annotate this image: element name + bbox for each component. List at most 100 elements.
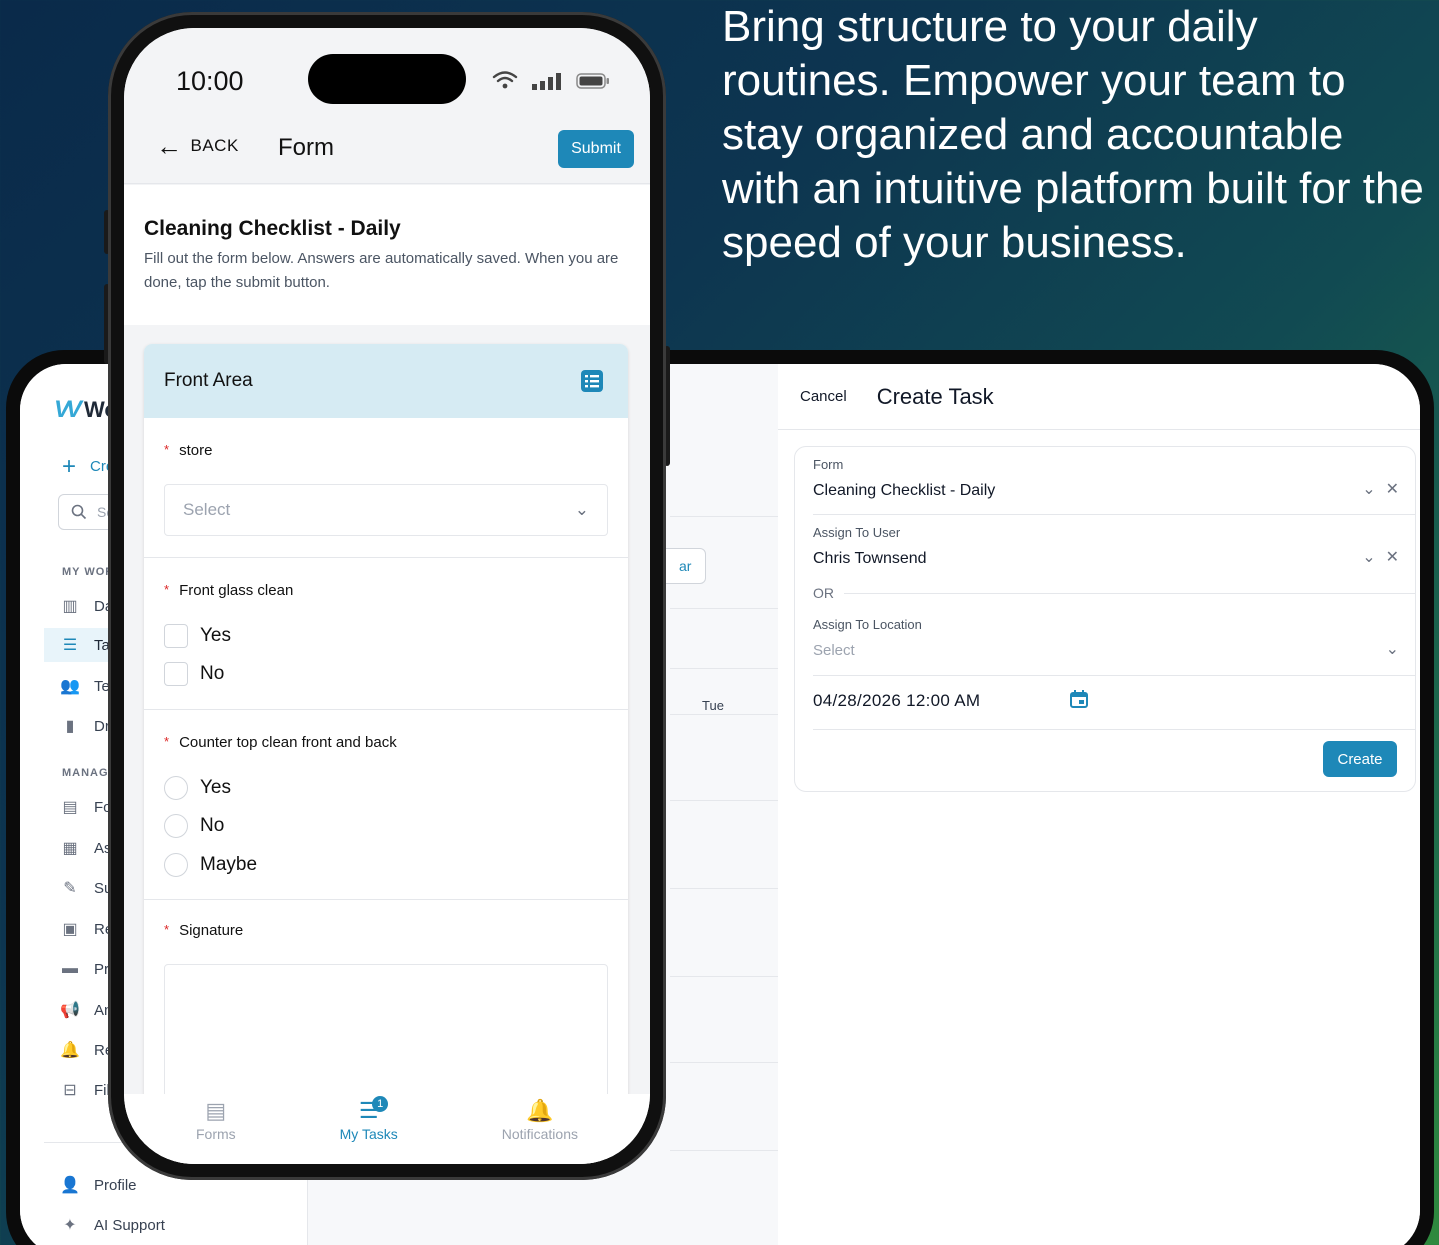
form-label: Form — [813, 457, 844, 472]
megaphone-icon: 📢 — [60, 1002, 80, 1019]
tab-label: My Tasks — [339, 1126, 398, 1142]
folder-icon: ▬ — [62, 960, 78, 977]
or-line — [844, 592, 1415, 594]
wifi-icon — [492, 71, 518, 89]
question-label-text: Front glass clean — [179, 582, 294, 599]
radio-option-no[interactable]: No — [164, 814, 224, 838]
question-label: * store — [164, 442, 212, 459]
back-label: BACK — [190, 136, 239, 155]
tab-my-tasks[interactable]: ☰ 1 My Tasks — [339, 1096, 398, 1164]
option-label: Maybe — [200, 854, 258, 875]
question-label-text: Signature — [179, 922, 244, 939]
divider — [670, 888, 778, 889]
bar-chart-icon: ▥ — [62, 598, 78, 615]
tab-label: Notifications — [501, 1126, 578, 1142]
arrow-left-icon: ← — [156, 131, 183, 161]
question-label-text: store — [179, 442, 213, 459]
cancel-button[interactable]: Cancel — [800, 388, 847, 405]
question-label-text: Counter top clean front and back — [179, 734, 397, 751]
divider — [670, 1062, 778, 1063]
select-placeholder: Select — [183, 500, 231, 519]
sidebar-item-label: AI Support — [94, 1216, 165, 1234]
section-header[interactable]: Front Area — [144, 344, 628, 418]
signal-icon — [532, 73, 561, 90]
create-task-panel: Cancel Create Task Form Cleaning Checkli… — [778, 364, 1420, 1245]
form-icon: ▤ — [62, 799, 78, 816]
divider — [670, 800, 778, 801]
required-marker: * — [164, 442, 170, 457]
tab-forms[interactable]: ▤ Forms — [196, 1098, 236, 1164]
panel-title: Create Task — [876, 383, 994, 409]
or-separator: OR — [813, 585, 1415, 601]
form-select[interactable]: Form Cleaning Checklist - Daily — [813, 457, 1415, 500]
bell-icon: 🔔 — [60, 1042, 80, 1059]
task-list-icon: ☰ — [62, 637, 78, 654]
create-button[interactable]: Create — [1323, 741, 1397, 777]
divider — [670, 1150, 778, 1151]
file-tree-icon: ⊟ — [63, 1082, 77, 1099]
radio[interactable] — [164, 853, 188, 877]
headline: Bring structure to your daily routines. … — [722, 2, 1424, 267]
app-bar: ← BACK Form Submit — [124, 116, 650, 184]
create-task-card: Form Cleaning Checklist - Daily ⌄ ✕ Assig… — [794, 446, 1416, 792]
back-button[interactable]: ← BACK — [156, 131, 239, 161]
panel-header: Cancel Create Task — [778, 364, 1420, 430]
assign-location-controls: ⌄ — [1386, 639, 1399, 659]
clear-icon[interactable]: ✕ — [1386, 479, 1399, 499]
checkbox[interactable] — [164, 624, 188, 648]
form-description: Fill out the form below. Answers are aut… — [144, 250, 619, 291]
task-count-badge: 1 — [372, 1096, 389, 1112]
radio-option-yes[interactable]: Yes — [164, 776, 231, 800]
assign-location-placeholder: Select — [813, 642, 855, 659]
phone-screen: 10:00 ← BACK Form Submit Cleaning Checkl… — [124, 28, 650, 1164]
checkbox-option-no[interactable]: No — [164, 662, 224, 686]
plus-icon: + — [62, 452, 77, 480]
radio[interactable] — [164, 814, 188, 838]
submission-icon: ✎ — [63, 880, 77, 897]
sidebar-item-ai-support[interactable]: ✦ AI Support — [44, 1208, 294, 1242]
store-select[interactable]: Select ⌄ — [164, 484, 608, 536]
tab-notifications[interactable]: 🔔 Notifications — [502, 1098, 578, 1164]
or-label: OR — [813, 585, 834, 601]
option-label: No — [200, 815, 225, 836]
due-date-input[interactable]: 04/28/2026 12:00 AM — [813, 691, 980, 711]
sidebar-item-label: Profile — [94, 1176, 137, 1194]
checkbox-option-yes[interactable]: Yes — [164, 624, 231, 648]
chevron-down-icon: ⌄ — [574, 500, 589, 519]
calendar-icon: ▦ — [62, 840, 78, 857]
assign-user-select[interactable]: Assign To User Chris Townsend — [813, 525, 1415, 568]
radio-option-maybe[interactable]: Maybe — [164, 853, 257, 877]
page-title: Form — [278, 134, 334, 161]
assign-location-label: Assign To Location — [813, 617, 922, 632]
radio[interactable] — [164, 776, 188, 800]
chevron-down-icon[interactable]: ⌄ — [1362, 479, 1375, 499]
section-title: Front Area — [164, 370, 253, 391]
checkbox[interactable] — [164, 662, 188, 686]
divider — [813, 675, 1415, 676]
document-icon: ▤ — [205, 1098, 227, 1123]
calendar-icon[interactable] — [1069, 689, 1089, 709]
calendar-button[interactable]: ar — [660, 548, 706, 584]
phone-device: 10:00 ← BACK Form Submit Cleaning Checkl… — [108, 12, 666, 1180]
search-icon — [71, 504, 87, 520]
chevron-down-icon[interactable]: ⌄ — [1386, 639, 1399, 659]
status-bar: 10:00 — [124, 28, 650, 116]
question-counter-top: * Counter top clean front and back Yes No… — [144, 710, 628, 900]
question-label: * Counter top clean front and back — [164, 734, 397, 751]
question-store: * store Select ⌄ — [144, 418, 628, 558]
battery-icon — [576, 73, 609, 89]
sparkle-icon: ✦ — [63, 1217, 77, 1234]
create-button[interactable]: + Cre — [62, 452, 114, 480]
clear-icon[interactable]: ✕ — [1386, 547, 1399, 567]
divider — [670, 516, 778, 517]
divider — [813, 729, 1415, 730]
list-icon[interactable] — [580, 369, 604, 393]
form-body[interactable]: Front Area * store Select ⌄ * Front glas… — [124, 326, 650, 1164]
question-label: * Signature — [164, 922, 243, 939]
chevron-down-icon[interactable]: ⌄ — [1362, 547, 1375, 567]
submit-button[interactable]: Submit — [558, 130, 634, 168]
option-label: Yes — [200, 625, 231, 646]
assign-location-select[interactable]: Assign To Location Select — [813, 617, 1415, 659]
form-value: Cleaning Checklist - Daily — [813, 482, 996, 499]
divider — [670, 668, 778, 669]
